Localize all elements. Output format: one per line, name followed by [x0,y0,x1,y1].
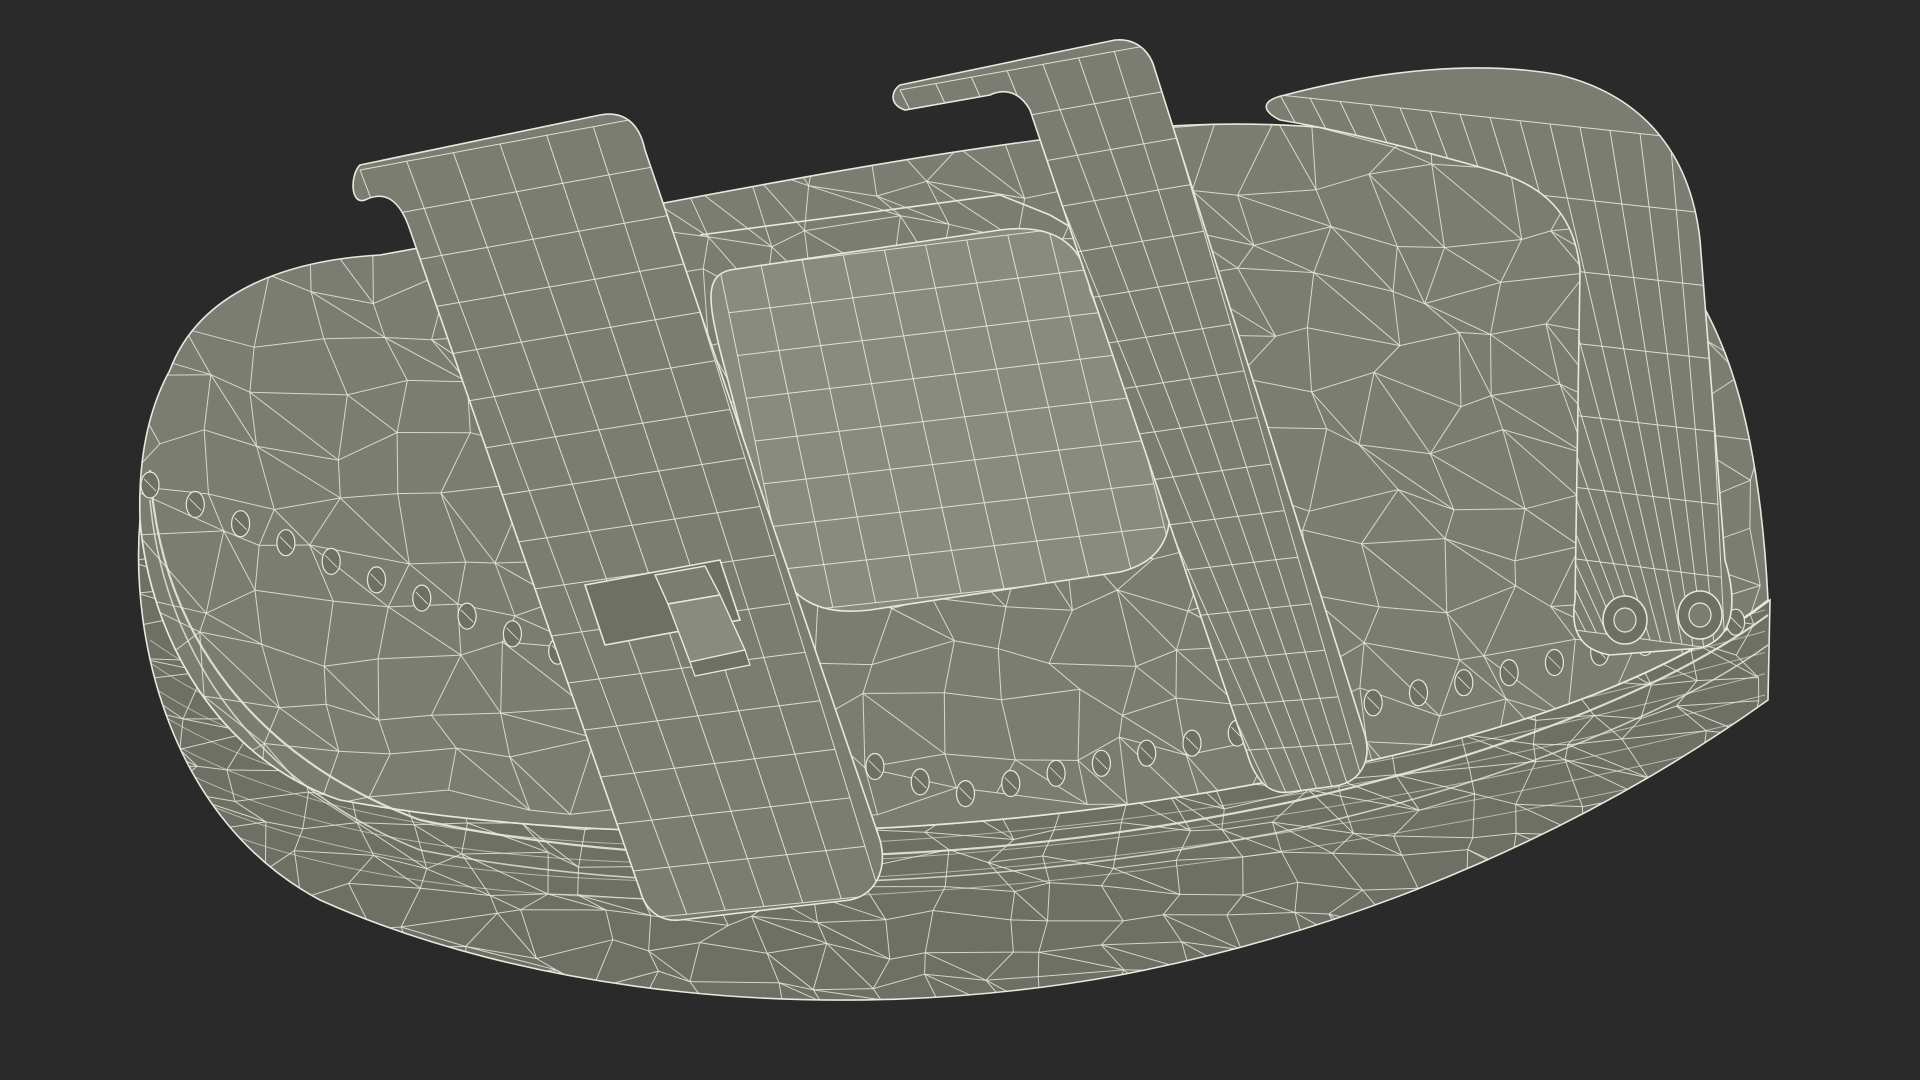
wireframe-model [0,0,1920,1080]
render-viewport [0,0,1920,1080]
